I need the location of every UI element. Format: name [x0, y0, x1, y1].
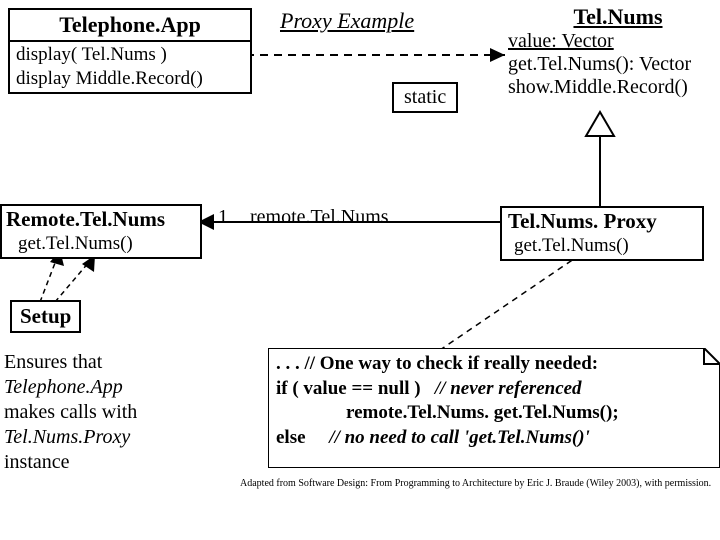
multiplicity-label: 1 — [218, 206, 228, 229]
class-name: Tel.Nums — [508, 4, 720, 30]
static-label: static — [392, 82, 458, 113]
uml-note: . . . // One way to check if really need… — [268, 348, 720, 468]
class-method: get.Tel.Nums() — [502, 235, 702, 259]
note-line: . . . // One way to check if really need… — [276, 352, 712, 377]
credit-line: Adapted from Software Design: From Progr… — [240, 478, 720, 489]
role-name-label: remote.Tel.Nums — [250, 206, 389, 229]
diagram-title: Proxy Example — [280, 8, 414, 34]
class-method: display Middle.Record() — [10, 68, 250, 92]
class-remote-tel-nums: Remote.Tel.Nums get.Tel.Nums() — [0, 204, 202, 259]
class-method: get.Tel.Nums() — [2, 233, 200, 257]
class-method: get.Tel.Nums(): Vector — [508, 53, 720, 76]
class-name: Telephone.App — [10, 10, 250, 42]
class-setup: Setup — [10, 300, 81, 333]
note-line: if ( value == null ) // never referenced — [276, 377, 712, 402]
class-method: show.Middle.Record() — [508, 76, 720, 99]
setup-note: Ensures that Telephone.App makes calls w… — [4, 350, 137, 475]
text-line: Telephone.App — [4, 375, 137, 400]
class-tel-nums-proxy: Tel.Nums. Proxy get.Tel.Nums() — [500, 206, 704, 261]
text-line: Ensures that — [4, 350, 137, 375]
class-attr: value: Vector — [508, 30, 720, 53]
class-method: display( Tel.Nums ) — [10, 42, 250, 68]
text-line: instance — [4, 450, 137, 475]
note-line: else // no need to call 'get.Tel.Nums()' — [276, 426, 712, 451]
class-name: Remote.Tel.Nums — [2, 206, 200, 233]
class-tel-nums: Tel.Nums value: Vector get.Tel.Nums(): V… — [508, 4, 720, 99]
class-telephone-app: Telephone.App display( Tel.Nums ) displa… — [8, 8, 252, 94]
class-name: Tel.Nums. Proxy — [502, 208, 702, 235]
text-line: makes calls with — [4, 400, 137, 425]
text-line: Tel.Nums.Proxy — [4, 425, 137, 450]
note-line: remote.Tel.Nums. get.Tel.Nums(); — [276, 401, 712, 426]
